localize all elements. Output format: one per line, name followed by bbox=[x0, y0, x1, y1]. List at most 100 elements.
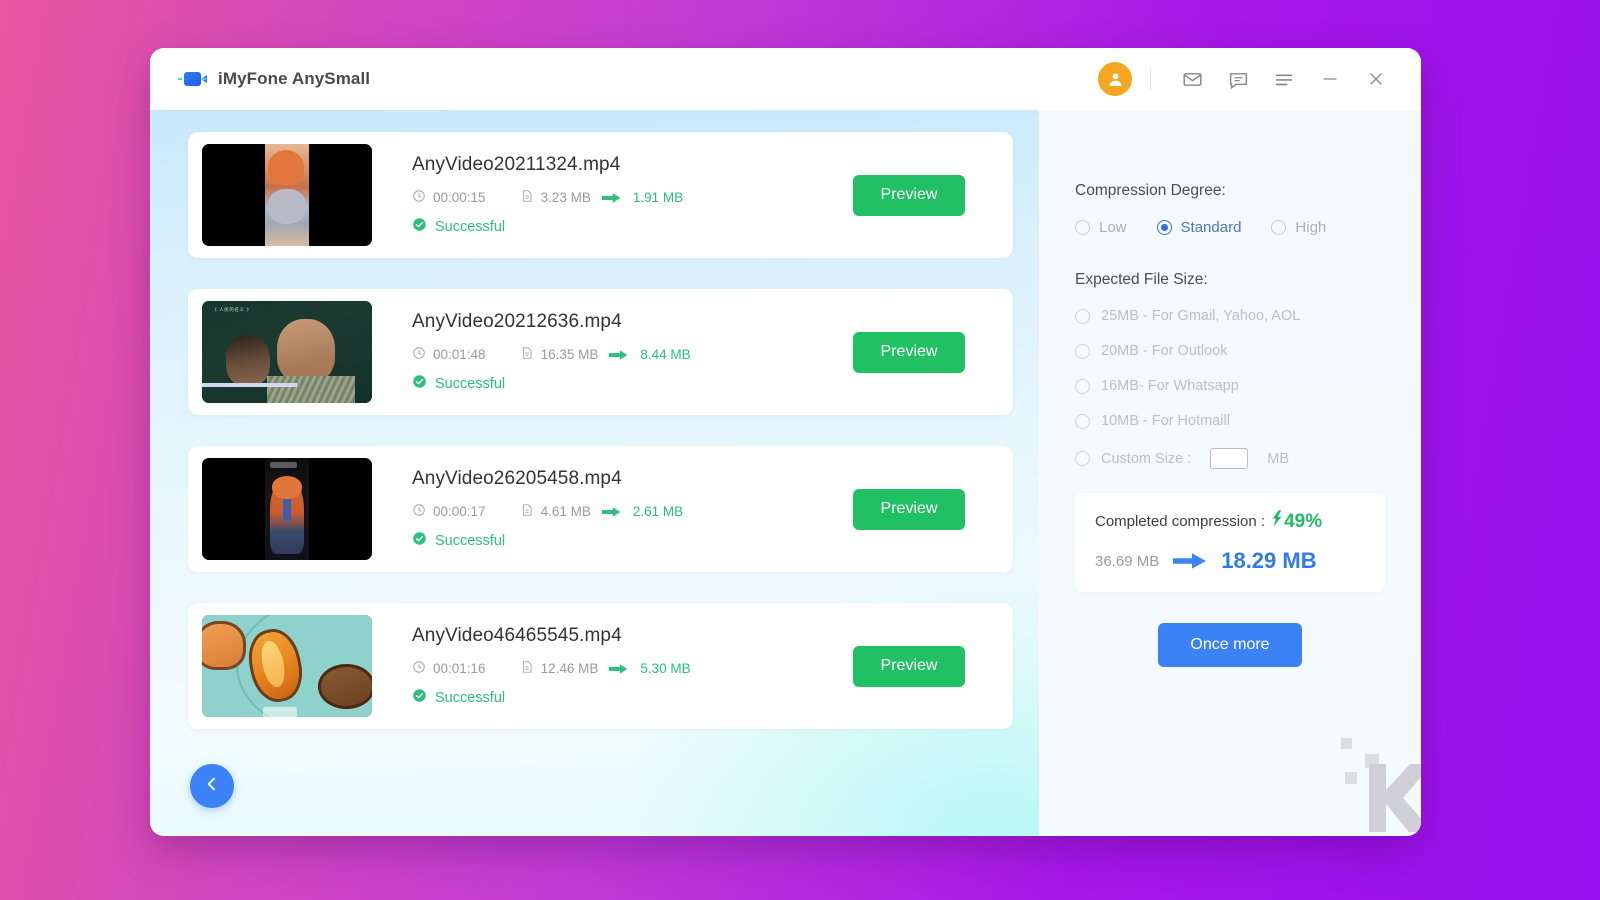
titlebar-actions bbox=[1098, 59, 1399, 99]
titlebar-divider bbox=[1150, 69, 1151, 89]
minimize-icon[interactable] bbox=[1307, 59, 1353, 99]
status-badge: Successful bbox=[412, 217, 853, 236]
titlebar: iMyFone AnySmall bbox=[150, 48, 1421, 110]
arrow-right-icon bbox=[601, 192, 622, 204]
mail-icon[interactable] bbox=[1169, 59, 1215, 99]
radio-mark-icon bbox=[1271, 220, 1287, 235]
custom-size-unit: MB bbox=[1267, 450, 1289, 467]
video-meta: 00:01:16 12.46 MB 5.30 MB bbox=[412, 660, 853, 677]
custom-size-label: Custom Size : bbox=[1101, 450, 1192, 467]
radio-size-20mb[interactable]: 20MB - For Outlook bbox=[1075, 343, 1385, 359]
video-info: AnyVideo20211324.mp4 00:00:15 3.23 MB 1.… bbox=[372, 154, 853, 236]
video-filename: AnyVideo20212636.mp4 bbox=[412, 311, 622, 332]
radio-label: 16MB- For Whatsapp bbox=[1101, 378, 1239, 394]
preview-button[interactable]: Preview bbox=[853, 645, 965, 687]
video-info: AnyVideo20212636.mp4 00:01:48 16.35 MB 8… bbox=[372, 311, 853, 393]
video-filename: AnyVideo26205458.mp4 bbox=[412, 468, 622, 489]
close-icon[interactable] bbox=[1353, 59, 1399, 99]
file-icon bbox=[520, 660, 534, 677]
result-title-row: Completed compression : 49% bbox=[1095, 510, 1365, 533]
video-card: AnyVideo46465545.mp4 00:01:16 12.46 MB 5… bbox=[188, 603, 1013, 729]
size-in-item: 12.46 MB bbox=[520, 660, 599, 677]
size-in-value: 12.46 MB bbox=[540, 661, 599, 676]
arrow-right-icon bbox=[601, 506, 622, 518]
menu-icon[interactable] bbox=[1261, 59, 1307, 99]
radio-mark-icon bbox=[1075, 413, 1090, 429]
settings-panel: Compression Degree: Low Standard High Ex… bbox=[1039, 110, 1421, 836]
size-out-value: 8.44 MB bbox=[640, 347, 691, 362]
radio-label: 25MB - For Gmail, Yahoo, AOL bbox=[1101, 308, 1301, 324]
status-text: Successful bbox=[435, 375, 506, 392]
size-out-value: 5.30 MB bbox=[640, 661, 691, 676]
compression-degree-label: Compression Degree: bbox=[1075, 182, 1226, 199]
file-icon bbox=[520, 346, 534, 363]
expected-file-size-group: 25MB - For Gmail, Yahoo, AOL 20MB - For … bbox=[1075, 308, 1385, 469]
duration-item: 00:00:15 bbox=[412, 189, 486, 206]
radio-mark-icon bbox=[1075, 451, 1090, 466]
expected-file-size-label: Expected File Size: bbox=[1075, 271, 1208, 288]
radio-size-10mb[interactable]: 10MB - For Hotmaill bbox=[1075, 413, 1385, 429]
clock-icon bbox=[412, 189, 426, 206]
arrow-right-icon bbox=[1173, 552, 1207, 570]
video-info: AnyVideo46465545.mp4 00:01:16 12.46 MB 5… bbox=[372, 625, 853, 707]
radio-label: Standard bbox=[1180, 219, 1242, 236]
arrow-down-icon bbox=[1270, 510, 1283, 533]
video-thumbnail[interactable] bbox=[202, 144, 372, 246]
radio-size-custom[interactable]: Custom Size : MB bbox=[1075, 448, 1385, 469]
clock-icon bbox=[412, 503, 426, 520]
avatar-icon[interactable] bbox=[1098, 62, 1132, 96]
video-meta: 00:01:48 16.35 MB 8.44 MB bbox=[412, 346, 853, 363]
radio-compression-high[interactable]: High bbox=[1271, 219, 1326, 236]
duration-item: 00:01:48 bbox=[412, 346, 486, 363]
preview-button[interactable]: Preview bbox=[853, 331, 965, 373]
result-size-row: 36.69 MB 18.29 MB bbox=[1095, 548, 1365, 574]
chevron-left-icon bbox=[202, 774, 222, 799]
radio-size-16mb[interactable]: 16MB- For Whatsapp bbox=[1075, 378, 1385, 394]
size-in-value: 3.23 MB bbox=[540, 190, 591, 205]
check-circle-icon bbox=[412, 531, 427, 550]
video-filename: AnyVideo20211324.mp4 bbox=[412, 154, 621, 175]
preview-button[interactable]: Preview bbox=[853, 174, 965, 216]
duration-value: 00:00:15 bbox=[433, 190, 486, 205]
video-info: AnyVideo26205458.mp4 00:00:17 4.61 MB 2.… bbox=[372, 468, 853, 550]
video-thumbnail[interactable] bbox=[202, 458, 372, 560]
video-meta: 00:00:17 4.61 MB 2.61 MB bbox=[412, 503, 853, 520]
video-camera-icon bbox=[178, 67, 207, 91]
radio-size-25mb[interactable]: 25MB - For Gmail, Yahoo, AOL bbox=[1075, 308, 1385, 324]
radio-label: Low bbox=[1099, 219, 1127, 236]
arrow-right-icon bbox=[609, 349, 629, 361]
radio-label: 20MB - For Outlook bbox=[1101, 343, 1228, 359]
size-out-value: 1.91 MB bbox=[632, 190, 684, 205]
video-card: AnyVideo26205458.mp4 00:00:17 4.61 MB 2.… bbox=[188, 446, 1013, 572]
watermark-logo bbox=[1319, 720, 1421, 832]
app-body: AnyVideo20211324.mp4 00:00:15 3.23 MB 1.… bbox=[150, 110, 1421, 836]
status-badge: Successful bbox=[412, 374, 853, 393]
back-button[interactable] bbox=[190, 764, 234, 808]
radio-mark-icon bbox=[1156, 220, 1172, 235]
custom-size-input[interactable] bbox=[1210, 448, 1249, 469]
file-icon bbox=[520, 189, 534, 206]
radio-label: High bbox=[1295, 219, 1327, 236]
video-thumbnail[interactable]: 《 人民的名义 》 bbox=[202, 301, 372, 403]
radio-compression-low[interactable]: Low bbox=[1075, 219, 1127, 236]
size-in-value: 4.61 MB bbox=[540, 504, 591, 519]
check-circle-icon bbox=[412, 688, 427, 707]
clock-icon bbox=[412, 660, 426, 677]
video-list: AnyVideo20211324.mp4 00:00:15 3.23 MB 1.… bbox=[150, 110, 1039, 836]
result-title: Completed compression : bbox=[1095, 513, 1266, 530]
size-in-value: 16.35 MB bbox=[540, 347, 599, 362]
video-thumbnail[interactable] bbox=[202, 615, 372, 717]
once-more-button[interactable]: Once more bbox=[1158, 623, 1302, 667]
check-circle-icon bbox=[412, 374, 427, 393]
status-text: Successful bbox=[435, 532, 506, 549]
radio-compression-standard[interactable]: Standard bbox=[1156, 219, 1242, 236]
status-text: Successful bbox=[435, 689, 506, 706]
app-window: iMyFone AnySmall AnyVideo20211324.mp4 00… bbox=[150, 48, 1421, 836]
compression-degree-group: Low Standard High bbox=[1075, 219, 1385, 236]
feedback-icon[interactable] bbox=[1215, 59, 1261, 99]
duration-item: 00:01:16 bbox=[412, 660, 486, 677]
video-filename: AnyVideo46465545.mp4 bbox=[412, 625, 622, 646]
preview-button[interactable]: Preview bbox=[853, 488, 965, 530]
size-in-item: 16.35 MB bbox=[520, 346, 599, 363]
radio-mark-icon bbox=[1075, 220, 1090, 235]
